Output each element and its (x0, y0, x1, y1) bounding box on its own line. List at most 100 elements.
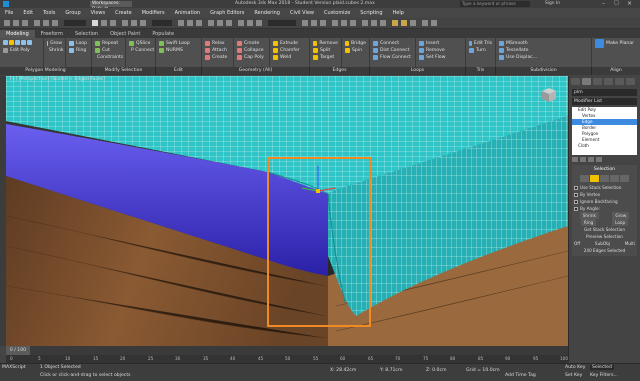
footer-edit[interactable]: Edit (156, 67, 202, 75)
remove-modifier-icon[interactable] (596, 157, 602, 162)
tab-modeling[interactable]: Modeling (0, 30, 35, 38)
timeline-ruler[interactable]: 0 5 10 15 20 25 30 35 40 45 50 55 60 65 70 75 80 85 90 95 10… (6, 355, 568, 363)
menu-civil-view[interactable]: Civil View (285, 10, 319, 16)
tab-populate[interactable]: Populate (146, 30, 180, 38)
make-unique-icon[interactable] (588, 157, 594, 162)
maxscript-listener[interactable]: MAXScript (2, 365, 26, 370)
cut-button[interactable]: Cut (95, 47, 122, 54)
by-angle-checkbox[interactable] (574, 206, 578, 211)
make-planar-button[interactable]: Make Planar (595, 39, 637, 48)
menu-views[interactable]: Views (86, 10, 110, 16)
vertex-level-icon[interactable] (579, 175, 589, 182)
viewport-label[interactable]: [+] [Perspective] [Scaled + Edged Faces] (10, 77, 105, 82)
z-coordinate[interactable]: Z: 0.0cm (426, 368, 446, 373)
footer-edges[interactable]: Edges (310, 67, 370, 75)
perspective-viewport[interactable] (6, 76, 568, 346)
time-slider-thumb[interactable]: 0 / 100 (6, 346, 30, 355)
shrink-button[interactable]: Shrink (579, 212, 599, 219)
preview-multi-radio[interactable]: Multi (625, 240, 635, 247)
minimize-icon[interactable]: – (602, 0, 605, 7)
bridge-button[interactable]: Bridge (345, 40, 366, 47)
ignore-backfacing-option[interactable]: Ignore Backfacing (574, 198, 635, 205)
footer-polygon-modeling[interactable]: Polygon Modeling (0, 67, 92, 75)
tessellate-button[interactable]: Tessellate (499, 47, 588, 54)
utilities-tab-icon[interactable] (626, 78, 635, 85)
modify-tab-icon[interactable] (582, 78, 591, 85)
tab-selection[interactable]: Selection (69, 30, 104, 38)
auto-key-selection-dropdown[interactable]: Selected (590, 365, 614, 370)
stack-item-cloth[interactable]: Cloth (572, 143, 637, 149)
swift-loop-button[interactable]: Swift Loop (159, 40, 198, 47)
create-button[interactable]: Create (237, 40, 266, 47)
object-name-field[interactable]: plm (572, 89, 637, 96)
turn-button[interactable]: Turn (469, 47, 492, 54)
chamfer-button[interactable]: Chamfer (273, 47, 306, 54)
vertex-mode-icon[interactable] (3, 40, 8, 45)
menu-rendering[interactable]: Rendering (249, 10, 285, 16)
menu-help[interactable]: Help (388, 10, 409, 16)
menu-group[interactable]: Group (60, 10, 85, 16)
shrink-button[interactable]: Shrink (47, 47, 64, 54)
tab-object-paint[interactable]: Object Paint (104, 30, 146, 38)
footer-align[interactable]: Align (592, 67, 640, 75)
loop-button[interactable]: Loop (612, 219, 629, 226)
preview-off-radio[interactable]: Off (574, 240, 580, 247)
target-button[interactable]: Target (313, 54, 338, 61)
create-button-a[interactable]: Create (205, 54, 230, 61)
viewcube-icon[interactable] (540, 86, 558, 104)
loop-button[interactable]: Loop (69, 40, 88, 47)
repeat-button[interactable]: Repeat (95, 40, 122, 47)
menu-file[interactable]: File (0, 10, 18, 16)
footer-tris[interactable]: Tris (466, 67, 496, 75)
menu-graph-editors[interactable]: Graph Editors (205, 10, 249, 16)
collapse-button[interactable]: Collapse (237, 47, 266, 54)
extrude-button[interactable]: Extrude (273, 40, 306, 47)
nurms-button[interactable]: NURMS (159, 47, 198, 54)
ring-button[interactable]: Ring (580, 219, 597, 226)
maximize-icon[interactable]: □ (614, 0, 619, 6)
time-slider-track[interactable] (6, 346, 568, 355)
show-end-result-icon[interactable] (580, 157, 586, 162)
footer-subdivision[interactable]: Subdivision (496, 67, 592, 75)
footer-loops[interactable]: Loops (370, 67, 466, 75)
by-vertex-checkbox[interactable] (574, 192, 578, 197)
element-mode-icon[interactable] (27, 40, 32, 45)
footer-modify-selection[interactable]: Modify Selection (92, 67, 156, 75)
border-mode-icon[interactable] (15, 40, 20, 45)
menu-modifiers[interactable]: Modifiers (137, 10, 170, 16)
insert-button[interactable]: Insert (419, 40, 462, 47)
main-toolbar-icons[interactable] (0, 17, 640, 29)
viewport-scene[interactable] (6, 76, 568, 346)
tab-freeform[interactable]: Freeform (35, 30, 69, 38)
use-displacement-button[interactable]: Use Displac... (499, 54, 588, 61)
get-stack-selection-button[interactable]: Get Stack Selection (574, 226, 635, 233)
menu-edit[interactable]: Edit (18, 10, 38, 16)
remove-button[interactable]: Remove (313, 40, 338, 47)
remove-loop-button[interactable]: Remove (419, 47, 462, 54)
use-stack-selection-option[interactable]: Use Stack Selection (574, 184, 635, 191)
selection-rollout-title[interactable]: Selection (574, 167, 635, 173)
menu-customize[interactable]: Customize (319, 10, 355, 16)
add-time-tag-button[interactable]: Add Time Tag (505, 373, 536, 378)
x-coordinate[interactable]: X: 28.42cm (330, 368, 356, 373)
cap-poly-button[interactable]: Cap Poly (237, 54, 266, 61)
sign-in-link[interactable]: Sign In (545, 1, 560, 6)
by-vertex-option[interactable]: By Vertex (574, 191, 635, 198)
menu-scripting[interactable]: Scripting (355, 10, 387, 16)
footer-geometry-all[interactable]: Geometry (All) (202, 67, 310, 75)
weld-button[interactable]: Weld (273, 54, 306, 61)
key-filters-button[interactable]: Key Filters... (590, 373, 618, 378)
by-angle-option[interactable]: By Angle: (574, 205, 635, 212)
spin-button[interactable]: Spin (345, 47, 366, 54)
connect-button[interactable]: Connect (373, 40, 412, 47)
hierarchy-tab-icon[interactable] (593, 78, 602, 85)
preview-subobj-radio[interactable]: SubObj (595, 240, 610, 247)
polygon-mode-icon[interactable] (21, 40, 26, 45)
edge-mode-icon[interactable] (9, 40, 14, 45)
ignore-backfacing-checkbox[interactable] (574, 199, 578, 204)
close-icon[interactable]: × (627, 0, 632, 7)
menu-create[interactable]: Create (110, 10, 137, 16)
grow-button[interactable]: Grow (612, 212, 630, 219)
modifier-stack[interactable]: Edit Poly Vertex Edge Border Polygon Ele… (572, 107, 637, 155)
menu-animation[interactable]: Animation (170, 10, 206, 16)
